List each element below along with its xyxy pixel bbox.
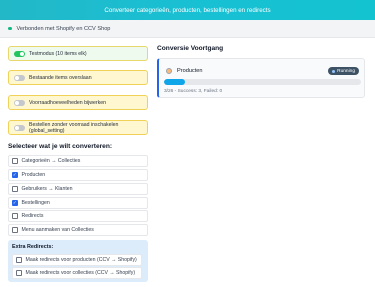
- progress-bar: [164, 79, 361, 85]
- checkbox[interactable]: [12, 186, 18, 192]
- option-label: Gebruikers → Klanten: [21, 186, 73, 192]
- option-users[interactable]: Gebruikers → Klanten: [8, 183, 148, 195]
- option-menu[interactable]: Menu aanmaken van Collecties: [8, 224, 148, 236]
- option-collection-redirects[interactable]: Maak redirects voor collecties (CCV → Sh…: [12, 267, 142, 279]
- status-badge: Running: [328, 67, 359, 75]
- toggle-switch-icon[interactable]: [14, 74, 25, 81]
- header-title: Converteer categorieën, producten, beste…: [104, 6, 271, 14]
- setting-label: Bestaande items overslaan: [29, 74, 92, 81]
- toggle-switch-icon[interactable]: [14, 99, 25, 106]
- connection-status-bar: Verbonden met Shopify en CCV Shop: [0, 20, 375, 38]
- option-label: Menu aanmaken van Collecties: [21, 227, 94, 233]
- setting-label: Voorraadhoeveelheden bijwerken: [29, 99, 107, 106]
- option-categories[interactable]: Categorieën → Collecties: [8, 155, 148, 167]
- setting-backorders[interactable]: Bestellen zonder voorraad inschakelen (g…: [8, 120, 148, 135]
- checkbox[interactable]: [16, 270, 22, 276]
- setting-label: Bestellen zonder voorraad inschakelen (g…: [29, 121, 119, 134]
- checkmark-icon[interactable]: ✓: [12, 200, 18, 206]
- setting-skip-existing[interactable]: Bestaande items overslaan: [8, 70, 148, 85]
- toggle-switch-icon[interactable]: [14, 124, 25, 131]
- checkbox[interactable]: [12, 158, 18, 164]
- toggle-switch-icon[interactable]: [14, 50, 25, 57]
- checkbox[interactable]: [12, 213, 18, 219]
- checkbox[interactable]: [12, 227, 18, 233]
- option-redirects[interactable]: Redirects: [8, 210, 148, 222]
- selection-title: Selecteer wat je wilt converteren:: [8, 143, 113, 150]
- option-label: Categorieën → Collecties: [21, 158, 81, 164]
- option-product-redirects[interactable]: Maak redirects voor producten (CCV → Sho…: [12, 254, 142, 266]
- extra-redirects-panel: Extra Redirects: Maak redirects voor pro…: [8, 240, 148, 282]
- task-progress-card: Producten Running 3/26 - Success: 3, Fai…: [157, 58, 365, 98]
- option-label: Bestellingen: [21, 200, 50, 206]
- checkbox[interactable]: [16, 257, 22, 263]
- option-label: Redirects: [21, 213, 44, 219]
- status-dot-icon: [8, 26, 12, 31]
- setting-test-mode[interactable]: Testmodus (10 items elk): [8, 46, 148, 61]
- checkmark-icon[interactable]: ✓: [12, 172, 18, 178]
- connection-status-text: Verbonden met Shopify en CCV Shop: [16, 25, 111, 32]
- option-orders[interactable]: ✓ Bestellingen: [8, 197, 148, 209]
- progress-bar-fill: [164, 79, 186, 85]
- option-label: Maak redirects voor collecties (CCV → Sh…: [25, 270, 136, 276]
- task-label: Producten: [177, 68, 203, 74]
- option-label: Producten: [21, 172, 46, 178]
- task-stats: 3/26 - Success: 3, Failed: 0: [164, 89, 223, 94]
- setting-label: Testmodus (10 items elk): [29, 50, 87, 57]
- conversion-title: Conversie Voortgang: [157, 45, 224, 52]
- extra-redirects-title: Extra Redirects:: [12, 244, 54, 250]
- product-box-icon: [166, 68, 172, 74]
- status-badge-text: Running: [337, 68, 355, 74]
- setting-update-stock[interactable]: Voorraadhoeveelheden bijwerken: [8, 95, 148, 110]
- option-products[interactable]: ✓ Producten: [8, 169, 148, 181]
- app-header: Converteer categorieën, producten, beste…: [0, 0, 375, 20]
- option-label: Maak redirects voor producten (CCV → Sho…: [25, 257, 137, 263]
- running-dot-icon: [332, 69, 336, 73]
